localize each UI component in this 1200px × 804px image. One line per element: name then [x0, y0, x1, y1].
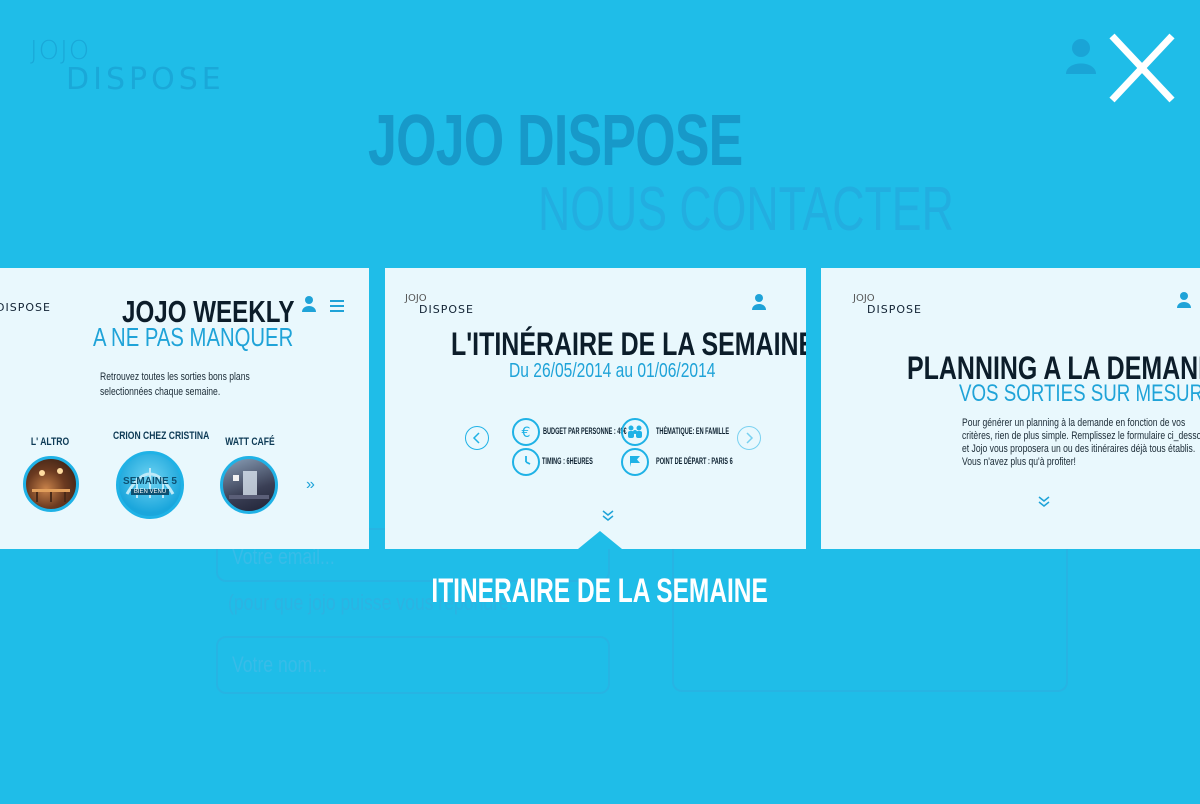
background-logo-line2: DISPOSE — [66, 62, 225, 97]
card-description-line1: Retrouvez toutes les sorties bons plans — [100, 371, 250, 383]
active-slide-pointer — [578, 531, 622, 549]
slide-planning[interactable]: JOJO DISPOSE PLANNING A LA DEMANDE VOS S… — [821, 268, 1200, 549]
card-logo: JOJO DISPOSE — [405, 294, 474, 316]
user-icon[interactable] — [1177, 292, 1191, 308]
venue-label: CRION CHEZ CRISTINA — [113, 430, 210, 442]
menu-icon[interactable] — [330, 299, 344, 312]
scroll-down-icon[interactable] — [1037, 494, 1051, 513]
venue-photo-icon — [32, 468, 70, 502]
name-field-placeholder: Votre nom... — [232, 652, 327, 677]
card-dates: Du 26/05/2014 au 01/06/2014 — [509, 360, 716, 382]
chevron-right-icon — [746, 432, 754, 444]
next-button[interactable] — [737, 426, 761, 450]
next-arrow-icon[interactable]: » — [306, 476, 315, 494]
card-logo-line2: DISPOSE — [0, 301, 51, 314]
card-logo: JOJO DISPOSE — [853, 294, 922, 316]
close-icon — [1109, 33, 1175, 103]
card-logo: DISPOSE — [0, 302, 51, 313]
background-subtitle: NOUS CONTACTER — [538, 175, 954, 244]
venue-photo-altro[interactable] — [23, 456, 79, 512]
clock-icon — [512, 448, 540, 476]
chevron-left-icon — [472, 432, 480, 444]
week-badge-sub: BIEN VENU — [131, 489, 169, 495]
background-logo: JOJO DISPOSE — [30, 36, 221, 97]
flag-icon — [621, 448, 649, 476]
card-title: L'ITINÉRAIRE DE LA SEMAINE — [451, 326, 806, 362]
info-theme: THÉMATIQUE: EN FAMILLE — [656, 426, 730, 436]
family-icon — [621, 418, 649, 446]
slide-caption: ITINERAIRE DE LA SEMAINE — [0, 572, 1200, 611]
venue-photo-cristina[interactable]: SEMAINE 5 BIEN VENU — [116, 451, 184, 519]
user-icon[interactable] — [752, 294, 766, 310]
card-logo-line2: DISPOSE — [419, 303, 474, 316]
info-timing: TIMING : 6HEURES — [542, 456, 593, 466]
info-start: POINT DE DÉPART : PARIS 6 — [656, 456, 733, 466]
scroll-down-icon[interactable] — [601, 508, 615, 527]
card-description-line4: Vous n'avez plus qu'à profiter! — [962, 456, 1076, 468]
info-budget: BUDGET PAR PERSONNE : 49€ — [543, 426, 627, 436]
user-icon[interactable] — [1064, 38, 1098, 74]
close-button[interactable] — [1104, 30, 1180, 106]
slide-caption-text: ITINERAIRE DE LA SEMAINE — [431, 572, 769, 610]
svg-text:€: € — [522, 425, 531, 441]
slide-jojo-weekly[interactable]: DISPOSE JOJO WEEKLY A NE PAS MANQUER Ret… — [0, 268, 369, 549]
venue-label: WATT CAFÉ — [225, 436, 275, 448]
card-subtitle: VOS SORTIES SUR MESURE — [959, 380, 1200, 407]
venue-label: L' ALTRO — [30, 436, 70, 448]
message-field[interactable] — [672, 540, 1068, 692]
background-title: JOJO DISPOSE — [368, 101, 743, 181]
user-icon[interactable] — [302, 296, 316, 312]
card-logo-line2: DISPOSE — [867, 303, 922, 316]
week-badge: SEMAINE 5 — [123, 476, 177, 487]
slide-itineraire[interactable]: JOJO DISPOSE L'ITINÉRAIRE DE LA SEMAINE … — [385, 268, 806, 549]
card-subtitle: A NE PAS MANQUER — [93, 322, 294, 352]
prev-button[interactable] — [465, 426, 489, 450]
name-field[interactable]: Votre nom... — [216, 636, 610, 694]
card-description-line2: selectionnées chaque semaine. — [100, 386, 221, 398]
euro-icon: € — [512, 418, 540, 446]
venue-photo-icon — [229, 471, 269, 499]
venue-photo-watt[interactable] — [220, 456, 278, 514]
